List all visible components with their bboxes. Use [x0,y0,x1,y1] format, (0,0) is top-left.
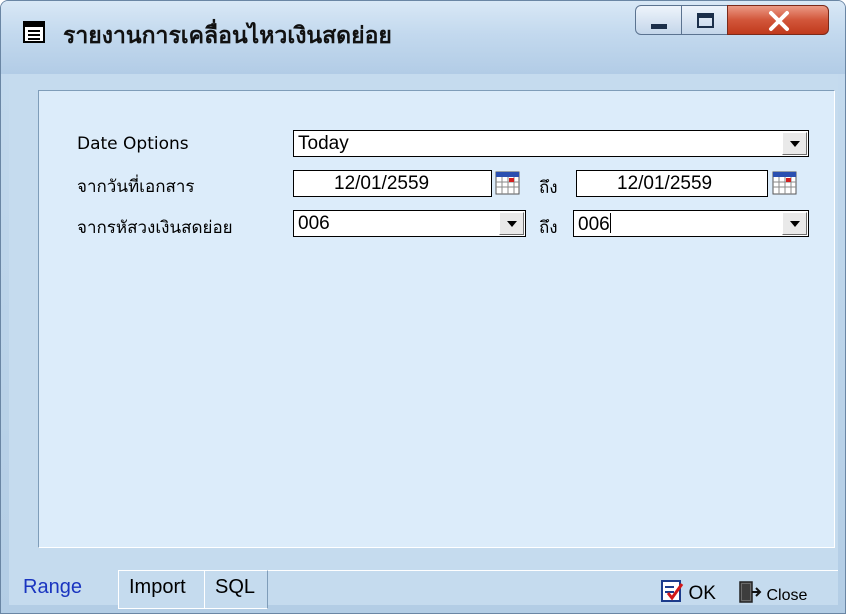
date-options-label: Date Options [77,134,189,154]
chevron-down-icon[interactable] [782,212,807,235]
close-window-button[interactable] [727,5,829,35]
close-icon [769,11,789,31]
petty-cash-label: จากรหัสวงเงินสดย่อย [77,218,233,238]
petty-cash-to-value: 006 [578,214,610,235]
range-panel: Date Options Today จากวันที่เอกสาร 12/01… [38,90,835,548]
doc-date-to-label: ถึง [539,178,558,198]
close-button[interactable]: Close [738,580,807,605]
checklist-icon [661,580,684,602]
date-options-value: Today [298,133,349,154]
ok-button[interactable]: OK [660,579,716,605]
tab-range[interactable]: Range [23,576,82,599]
text-caret [609,213,611,233]
maximize-icon [697,13,714,28]
petty-cash-to-label: ถึง [539,218,558,238]
doc-date-from-input[interactable]: 12/01/2559 [293,170,492,197]
report-window: รายงานการเคลื่อนไหวเงินสดย่อย Date Optio… [0,0,846,614]
tab-sql[interactable]: SQL [204,570,268,609]
report-form-icon [23,21,45,43]
close-label: Close [766,587,808,604]
doc-date-to-value: 12/01/2559 [617,173,713,194]
calendar-icon[interactable] [495,170,521,196]
exit-door-icon [739,581,762,603]
chevron-down-icon[interactable] [499,212,524,235]
petty-cash-to-select[interactable]: 006 [573,210,809,237]
tab-strip-line [268,570,838,571]
doc-date-from-value: 12/01/2559 [334,173,430,194]
doc-date-to-input[interactable]: 12/01/2559 [576,170,768,197]
doc-date-label: จากวันที่เอกสาร [77,177,195,197]
title-bar[interactable]: รายงานการเคลื่อนไหวเงินสดย่อย [1,1,845,74]
chevron-down-icon[interactable] [782,132,807,155]
maximize-button[interactable] [681,5,728,35]
ok-label: OK [688,583,716,604]
petty-cash-from-select[interactable]: 006 [293,210,526,237]
date-options-select[interactable]: Today [293,130,809,157]
tab-import[interactable]: Import [118,570,205,609]
window-title: รายงานการเคลื่อนไหวเงินสดย่อย [63,23,392,49]
calendar-icon[interactable] [772,170,798,196]
minimize-icon [651,24,667,29]
petty-cash-from-value: 006 [298,213,330,234]
minimize-button[interactable] [635,5,682,35]
